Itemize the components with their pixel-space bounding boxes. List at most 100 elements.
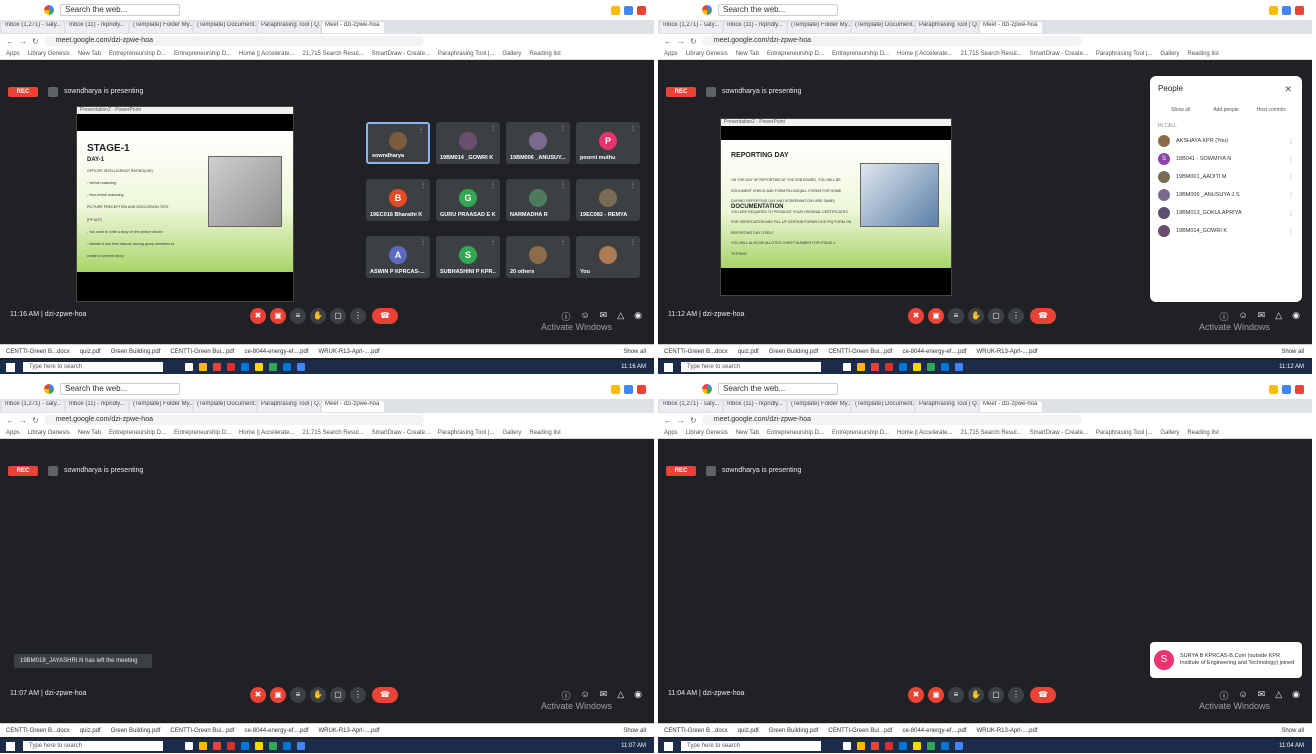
raise-hand-icon[interactable]: ✋: [968, 687, 984, 703]
bookmark-item[interactable]: Entrepreneurship D...: [832, 51, 889, 57]
bookmark-item[interactable]: Entrepreneurship D...: [767, 51, 824, 57]
participant-tile[interactable]: ⋮ 19BM006 _ANUSUY...: [506, 122, 570, 164]
bookmark-item[interactable]: Paraphrasing Tool |...: [1096, 430, 1152, 436]
extension-icon[interactable]: [611, 384, 620, 394]
bookmark-item[interactable]: 21,715 Search Resul...: [303, 51, 364, 57]
more-options-icon[interactable]: ⋮: [490, 182, 496, 189]
bookmark-item[interactable]: Library Genesis: [686, 51, 728, 57]
shield-icon[interactable]: ◉: [634, 310, 642, 323]
download-item[interactable]: CENTTI-Green Bui...pdf: [828, 349, 892, 355]
bookmark-item[interactable]: Apps: [6, 430, 20, 436]
bookmark-item[interactable]: Home || Accelerate...: [239, 430, 294, 436]
taskbar-app-icon[interactable]: [241, 742, 249, 750]
show-all-button[interactable]: Show all: [623, 349, 646, 355]
bookmark-item[interactable]: Gallery: [502, 51, 521, 57]
browser-tab[interactable]: Inbox (11) - rkpridly...: [724, 400, 786, 412]
browser-tab[interactable]: Meet - dzi-zpwe-hoa: [322, 21, 384, 33]
camera-off-icon[interactable]: ▣: [928, 687, 944, 703]
show-all-button[interactable]: Show all: [1161, 107, 1201, 113]
taskbar-app-icon[interactable]: [185, 363, 193, 371]
download-item[interactable]: ce-8044-energy-ef....pdf: [902, 349, 966, 355]
participant-row[interactable]: S 18B041 - SOWMIYA N ⋮: [1158, 153, 1294, 165]
bookmark-item[interactable]: Gallery: [1160, 51, 1179, 57]
forward-icon[interactable]: →: [19, 416, 27, 425]
bookmark-item[interactable]: Reading list: [529, 51, 560, 57]
taskbar-app-icon[interactable]: [885, 363, 893, 371]
bookmark-item[interactable]: Paraphrasing Tool |...: [438, 51, 494, 57]
more-options-icon[interactable]: ⋮: [630, 239, 636, 246]
bookmark-item[interactable]: Entrepreneurship D...: [174, 51, 231, 57]
browser-search-input[interactable]: Search the web...: [60, 4, 180, 16]
bookmark-item[interactable]: Reading list: [529, 430, 560, 436]
bookmark-item[interactable]: Gallery: [502, 430, 521, 436]
camera-off-icon[interactable]: ▣: [270, 308, 286, 324]
participant-row[interactable]: 19BM006 _ANUSUYA J.S ⋮: [1158, 189, 1294, 201]
url-field[interactable]: meet.google.com/dzi-zpwe-hoa: [43, 415, 424, 425]
browser-tab[interactable]: (Template) Document...: [194, 400, 256, 412]
taskbar-search-input[interactable]: Type here to search: [23, 362, 163, 372]
download-item[interactable]: CENTTI-Green B...docx: [664, 728, 728, 734]
taskbar-app-icon[interactable]: [255, 363, 263, 371]
mic-off-icon[interactable]: ⋮: [1288, 174, 1294, 181]
browser-tab[interactable]: Meet - dzi-zpwe-hoa: [980, 400, 1042, 412]
mic-off-icon[interactable]: ⋮: [1288, 228, 1294, 235]
captions-icon[interactable]: ≡: [290, 308, 306, 324]
extension-icon[interactable]: [1269, 5, 1278, 15]
download-item[interactable]: quiz.pdf: [80, 349, 101, 355]
url-field[interactable]: meet.google.com/dzi-zpwe-hoa: [701, 415, 1082, 425]
taskbar-app-icon[interactable]: [941, 363, 949, 371]
host-controls-button[interactable]: Host controls: [1251, 107, 1291, 113]
participant-row[interactable]: 19BM013_GOKULAPRIYA ⋮: [1158, 207, 1294, 219]
taskbar-app-icon[interactable]: [913, 742, 921, 750]
bookmark-item[interactable]: Home || Accelerate...: [897, 51, 952, 57]
participant-row[interactable]: AKSHAYA KPR (You) ⋮: [1158, 135, 1294, 147]
camera-off-icon[interactable]: ▣: [928, 308, 944, 324]
present-icon[interactable]: ▢: [330, 308, 346, 324]
more-options-icon[interactable]: ⋮: [560, 125, 566, 132]
mic-off-icon[interactable]: ⋮: [1288, 138, 1294, 145]
download-item[interactable]: quiz.pdf: [738, 349, 759, 355]
download-item[interactable]: Green Building.pdf: [769, 349, 819, 355]
mic-off-icon[interactable]: ✖: [908, 308, 924, 324]
raise-hand-icon[interactable]: ✋: [310, 308, 326, 324]
taskbar-app-icon[interactable]: [269, 742, 277, 750]
reload-icon[interactable]: ↻: [690, 37, 697, 46]
raise-hand-icon[interactable]: ✋: [968, 308, 984, 324]
download-item[interactable]: Green Building.pdf: [111, 728, 161, 734]
activities-icon[interactable]: △: [1275, 689, 1282, 702]
browser-tab[interactable]: (Template) Folder My...: [788, 21, 850, 33]
browser-tab[interactable]: Inbox (11) - rkpridly...: [724, 21, 786, 33]
captions-icon[interactable]: ≡: [290, 687, 306, 703]
shield-icon[interactable]: ◉: [634, 689, 642, 702]
download-item[interactable]: Green Building.pdf: [111, 349, 161, 355]
leave-call-button[interactable]: ☎: [1030, 687, 1056, 703]
bookmark-item[interactable]: 21,715 Search Resul...: [961, 51, 1022, 57]
activities-icon[interactable]: △: [617, 310, 624, 323]
bookmark-item[interactable]: Entrepreneurship D...: [767, 430, 824, 436]
browser-tab[interactable]: Meet - dzi-zpwe-hoa: [322, 400, 384, 412]
download-item[interactable]: ce-8044-energy-ef....pdf: [244, 728, 308, 734]
profile-icon[interactable]: [1282, 5, 1291, 15]
more-icon[interactable]: ⋮: [1008, 308, 1024, 324]
more-options-icon[interactable]: ⋮: [560, 239, 566, 246]
bookmark-item[interactable]: New Tab: [736, 51, 759, 57]
windows-start-icon[interactable]: [6, 362, 15, 372]
browser-tab[interactable]: Inbox (1,271) - saty...: [660, 21, 722, 33]
present-icon[interactable]: ▢: [988, 687, 1004, 703]
more-options-icon[interactable]: ⋮: [630, 182, 636, 189]
profile-icon[interactable]: [1282, 384, 1291, 394]
bookmark-item[interactable]: Entrepreneurship D...: [109, 430, 166, 436]
windows-start-icon[interactable]: [6, 741, 15, 751]
forward-icon[interactable]: →: [677, 416, 685, 425]
extension-icon[interactable]: [1269, 384, 1278, 394]
close-icon[interactable]: ✕: [1284, 84, 1292, 95]
browser-tab[interactable]: Inbox (1,271) - saty...: [660, 400, 722, 412]
participant-row[interactable]: 19BM014_GOWRI K ⋮: [1158, 225, 1294, 237]
participant-tile[interactable]: ⋮ 19EC082 - REMYA: [576, 179, 640, 221]
taskbar-app-icon[interactable]: [955, 742, 963, 750]
browser-tab[interactable]: (Template) Document...: [852, 400, 914, 412]
leave-call-button[interactable]: ☎: [372, 308, 398, 324]
taskbar-app-icon[interactable]: [227, 363, 235, 371]
more-options-icon[interactable]: ⋮: [630, 125, 636, 132]
participant-tile[interactable]: P ⋮ poorni muthu: [576, 122, 640, 164]
